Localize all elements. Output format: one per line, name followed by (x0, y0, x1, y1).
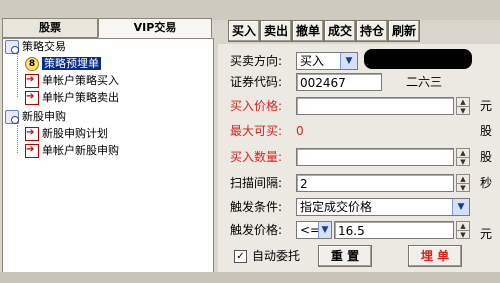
arrow-icon (25, 142, 39, 158)
tree-item-label: 单帐户新股申购 (42, 144, 119, 157)
arrow-icon (25, 72, 39, 88)
arrow-icon (25, 89, 39, 105)
interval-unit: 秒 (480, 176, 493, 190)
tree-item-preorder[interactable]: 8 策略预埋单 (25, 56, 101, 72)
trigger-unit: 元 (480, 227, 493, 241)
chevron-down-icon[interactable]: ▼ (452, 199, 469, 215)
condition-select[interactable]: 指定成交价格 ▼ (296, 198, 470, 216)
arrow-icon (25, 125, 39, 141)
buy-qty-input[interactable] (296, 148, 454, 166)
trigger-price-label: 触发价格: (230, 223, 283, 237)
top-strip (0, 0, 500, 20)
direction-select[interactable]: 买入 ▼ (296, 52, 358, 70)
refresh-button[interactable]: 刷新 (388, 20, 420, 42)
trigger-price-input[interactable]: 16.5 (334, 221, 454, 239)
interval-input[interactable]: 2 (296, 174, 454, 192)
tree-item-single-buy[interactable]: 单帐户策略买入 (25, 72, 119, 89)
tree-item-ipo-single[interactable]: 单帐户新股申购 (25, 142, 119, 159)
condition-value: 指定成交价格 (300, 200, 373, 214)
trigger-operator-select[interactable]: <= ▼ (296, 221, 332, 239)
folder-icon (5, 110, 19, 124)
tree-line (17, 125, 18, 153)
direction-label: 买卖方向: (230, 54, 283, 68)
cancel-order-button[interactable]: 撤单 (292, 20, 324, 42)
condition-label: 触发条件: (230, 200, 283, 214)
tree-item-label: 新股申购计划 (42, 127, 108, 140)
tree-item-single-sell[interactable]: 单帐户策略卖出 (25, 89, 119, 106)
buy-button[interactable]: 买入 (228, 20, 260, 42)
submit-order-button[interactable]: 埋 单 (408, 245, 462, 267)
tab-vip[interactable]: VIP交易 (98, 18, 212, 38)
max-buy-label: 最大可买: (230, 124, 283, 138)
strategy-icon: 8 (25, 57, 39, 71)
sell-button[interactable]: 卖出 (260, 20, 292, 42)
buy-price-label: 买入价格: (230, 99, 283, 113)
max-buy-value: 0 (296, 124, 304, 138)
price-spinner[interactable]: ▲ ▼ (456, 97, 470, 115)
redacted-area (364, 49, 472, 69)
max-buy-unit: 股 (480, 124, 493, 138)
stock-name: 二六三 (406, 75, 443, 89)
qty-spinner[interactable]: ▲ ▼ (456, 148, 470, 166)
buy-price-input[interactable] (296, 97, 454, 115)
chevron-down-icon[interactable]: ▼ (340, 53, 357, 69)
auto-order-label: 自动委托 (252, 249, 301, 263)
left-tabs: 股票 VIP交易 (2, 18, 212, 38)
interval-spinner[interactable]: ▲ ▼ (456, 174, 470, 192)
order-panel: 买卖方向: 买入 ▼ 证券代码: 002467 二六三 买入价格: ▲ ▼ 元 最… (218, 44, 500, 283)
tree-item-ipo-plan[interactable]: 新股申购计划 (25, 125, 108, 142)
auto-order-checkbox[interactable]: ✓ (234, 250, 247, 263)
status-bar (0, 272, 500, 283)
tree-group-ipo[interactable]: 新股申购 (5, 109, 66, 125)
interval-label: 扫描间隔: (230, 176, 283, 190)
stock-code-input[interactable]: 002467 (296, 73, 382, 91)
tree-item-label: 策略预埋单 (42, 57, 101, 70)
buy-qty-label: 买入数量: (230, 150, 283, 164)
code-label: 证券代码: (230, 75, 283, 89)
tree-item-label: 单帐户策略买入 (42, 74, 119, 87)
tree-group-label: 新股申购 (22, 110, 66, 123)
nav-tree: 策略交易 8策略预埋单 单帐户策略买入 单帐户策略卖出 新股申购 新股申购计划 … (2, 38, 214, 280)
folder-icon (5, 40, 19, 54)
deals-button[interactable]: 成交 (324, 20, 356, 42)
qty-unit: 股 (480, 150, 493, 164)
price-unit: 元 (480, 99, 493, 113)
positions-button[interactable]: 持仓 (356, 20, 388, 42)
reset-button[interactable]: 重 置 (318, 245, 372, 267)
tree-group-label: 策略交易 (22, 40, 66, 53)
tree-line (17, 53, 18, 97)
tab-stocks[interactable]: 股票 (2, 18, 98, 38)
direction-value: 买入 (300, 54, 325, 68)
trigger-spinner[interactable]: ▲ ▼ (456, 221, 470, 239)
tree-group-strategy[interactable]: 策略交易 (5, 39, 66, 55)
tree-item-label: 单帐户策略卖出 (42, 91, 119, 104)
chevron-down-icon[interactable]: ▼ (318, 222, 331, 238)
